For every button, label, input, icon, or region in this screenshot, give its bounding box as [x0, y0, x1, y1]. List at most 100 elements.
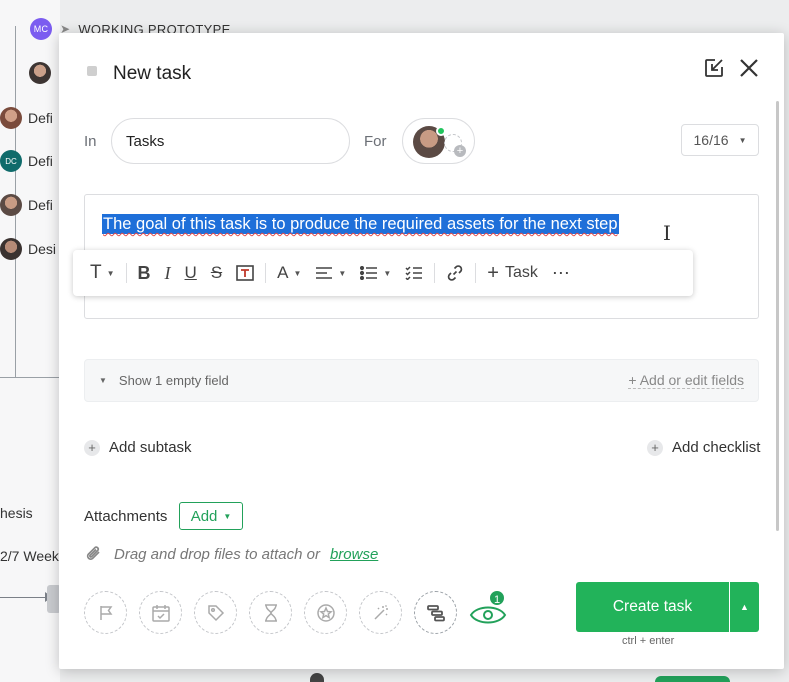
background-task-row[interactable]: Desi	[0, 238, 56, 260]
link-icon	[448, 265, 463, 281]
more-options-button[interactable]: ⋯	[545, 256, 578, 290]
chevron-down-icon: ▼	[223, 511, 232, 521]
project-select[interactable]: Tasks	[111, 118, 350, 164]
bold-button[interactable]: B	[131, 256, 158, 290]
avatar	[0, 107, 22, 129]
create-options-dropdown[interactable]: ▲	[730, 582, 759, 632]
background-button-edge	[655, 676, 730, 682]
task-status-indicator[interactable]	[87, 66, 97, 76]
priority-button[interactable]	[84, 591, 127, 634]
plus-icon: +	[454, 145, 466, 157]
text-color-icon: A	[277, 263, 289, 282]
followers-button[interactable]: 1	[469, 589, 509, 631]
background-board	[0, 0, 60, 682]
add-task-button[interactable]: + Task	[480, 256, 545, 290]
for-label: For	[364, 133, 387, 150]
description-selected-text[interactable]: The goal of this task is to produce the …	[102, 214, 619, 234]
task-title-text: New task	[113, 63, 192, 84]
paperclip-icon	[86, 546, 100, 560]
more-horizontal-icon: ⋯	[551, 262, 571, 283]
italic-icon: I	[164, 262, 171, 283]
add-edit-fields-link[interactable]: + Add or edit fields	[628, 372, 744, 389]
avatar: DC	[0, 150, 22, 172]
text-color-button[interactable]: A ▼	[270, 256, 308, 290]
background-text: 2/7 Week	[0, 548, 59, 564]
chevron-down-icon: ▼	[293, 268, 302, 278]
automation-button[interactable]	[359, 591, 402, 634]
dependency-arrow	[0, 592, 52, 602]
underline-button[interactable]: U	[178, 256, 204, 290]
add-task-label: Task	[504, 264, 538, 281]
add-subtask-button[interactable]: + Add subtask	[84, 439, 192, 456]
background-task-row[interactable]: DC Defi	[0, 150, 53, 172]
show-empty-fields-row[interactable]: ▼ Show 1 empty field + Add or edit field…	[84, 359, 759, 402]
online-status-icon	[436, 126, 446, 136]
task-title[interactable]: New task	[113, 63, 191, 85]
browse-link[interactable]: browse	[330, 546, 378, 563]
due-date-button[interactable]	[139, 591, 182, 634]
time-estimate-button[interactable]	[249, 591, 292, 634]
task-counter-select[interactable]: 16/16 ▼	[681, 124, 759, 156]
avatar[interactable]: MC	[30, 18, 52, 40]
calendar-check-icon	[151, 604, 170, 622]
background-task-row[interactable]: Defi	[0, 107, 53, 129]
assignee-picker[interactable]: +	[402, 118, 475, 164]
strikethrough-icon: S	[210, 263, 223, 282]
checklist-button[interactable]	[398, 256, 430, 290]
background-task-row[interactable]: Defi	[0, 194, 53, 216]
show-empty-fields-label: Show 1 empty field	[118, 373, 229, 388]
rating-button[interactable]	[304, 591, 347, 634]
bold-icon: B	[137, 262, 151, 283]
strikethrough-button[interactable]: S	[204, 256, 229, 290]
modal-scrollbar[interactable]	[776, 101, 779, 531]
create-task-button[interactable]: Create task	[576, 582, 729, 632]
bullet-list-icon	[360, 266, 378, 280]
hourglass-icon	[264, 603, 277, 622]
chevron-down-icon: ▼	[99, 376, 107, 385]
tags-button[interactable]	[194, 591, 237, 634]
underline-icon: U	[184, 263, 197, 282]
checklist-icon	[405, 266, 423, 280]
background-avatar-row	[29, 62, 51, 84]
text-box-icon	[236, 265, 254, 281]
text-box-button[interactable]	[229, 256, 261, 290]
avatar[interactable]	[29, 62, 51, 84]
text-style-button[interactable]: T ▼	[83, 256, 122, 290]
align-left-icon	[316, 267, 333, 279]
new-task-modal: New task In Tasks For + 16/16 ▼ The goal…	[59, 33, 784, 669]
plus-icon: +	[487, 261, 499, 284]
attachment-dropzone[interactable]: Drag and drop files to attach or browse	[84, 544, 378, 564]
italic-button[interactable]: I	[158, 256, 178, 290]
insert-link-button[interactable]	[439, 256, 471, 290]
bullet-list-button[interactable]: ▼	[353, 256, 398, 290]
plus-icon: +	[84, 439, 100, 456]
toolbar-divider	[125, 263, 127, 283]
add-attachment-label: Add	[190, 507, 218, 525]
gantt-icon	[426, 604, 445, 621]
add-attachment-button[interactable]: Add ▼	[179, 502, 243, 530]
add-checklist-button[interactable]: + Add checklist	[647, 439, 760, 456]
toolbar-divider	[434, 263, 436, 283]
avatar	[0, 238, 22, 260]
background-task-label: Defi	[28, 110, 53, 126]
align-button[interactable]: ▼	[308, 256, 353, 290]
followers-count-badge: 1	[488, 589, 506, 607]
text-cursor-icon: I	[663, 221, 671, 245]
open-fullscreen-icon[interactable]	[701, 55, 727, 81]
chevron-down-icon: ▼	[338, 268, 347, 278]
magic-wand-icon	[373, 604, 388, 620]
task-counter-value: 16/16	[693, 132, 729, 148]
gantt-dependency-button[interactable]	[414, 591, 457, 634]
attachments-label: Attachments	[84, 508, 168, 525]
background-task-label: Desi	[28, 241, 57, 257]
chevron-down-icon: ▼	[383, 268, 392, 278]
chevron-down-icon: ▼	[106, 268, 115, 278]
chevron-down-icon: ▼	[738, 135, 747, 145]
toolbar-divider	[265, 263, 267, 283]
close-icon[interactable]	[736, 55, 762, 81]
formatting-toolbar: T ▼ B I U S A ▼ ▼ ▼ + Task ⋯	[73, 250, 693, 296]
background-text: hesis	[0, 505, 33, 521]
flag-icon	[99, 605, 112, 620]
background-avatar-edge	[310, 673, 324, 682]
add-subtask-label: Add subtask	[109, 439, 192, 456]
